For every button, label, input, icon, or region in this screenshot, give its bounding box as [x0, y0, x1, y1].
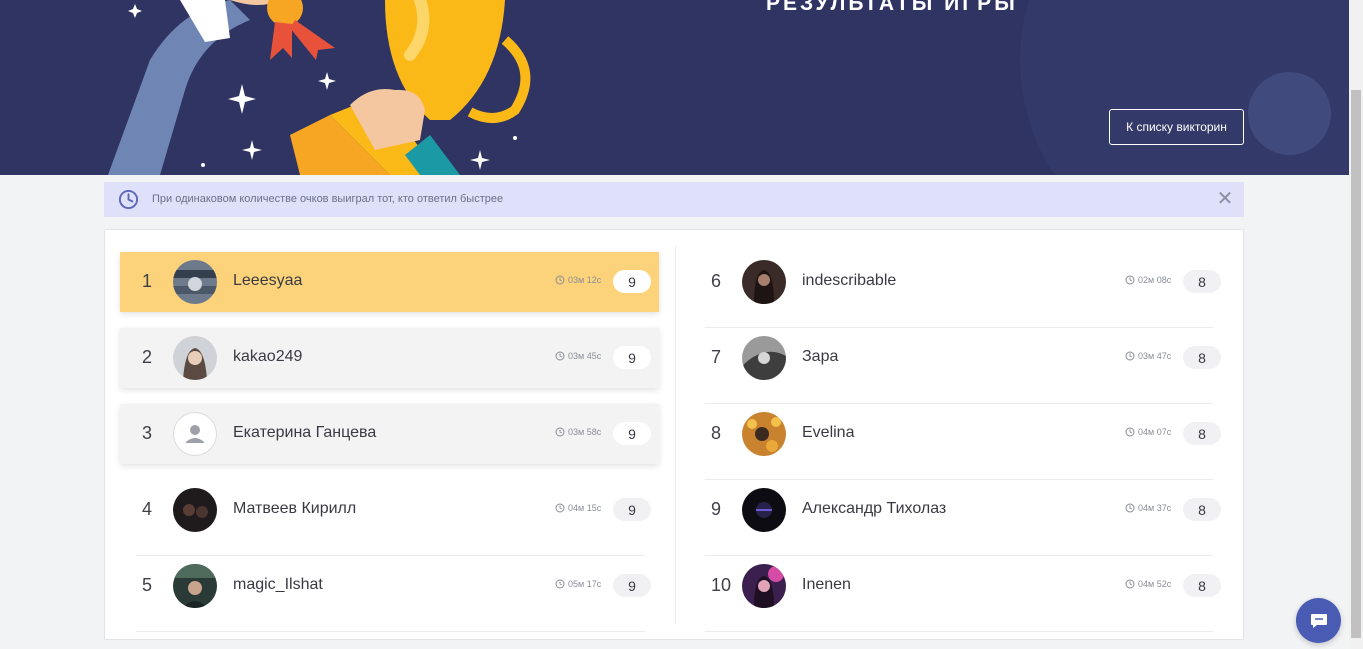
rank-number: 8 [711, 423, 722, 443]
time-value: 05м 17с [568, 579, 602, 589]
avatar[interactable] [173, 488, 217, 532]
score-badge: 8 [1183, 346, 1221, 369]
player-name: Матвеев Кирилл [233, 500, 357, 517]
player-name: Александр Тихолаз [802, 500, 947, 517]
score-badge: 8 [1183, 270, 1221, 293]
avatar[interactable] [173, 336, 217, 380]
close-icon[interactable]: ✕ [1214, 188, 1236, 210]
avatar[interactable] [742, 564, 786, 608]
result-row: 2 kakao249 03м 45с 9 [120, 328, 659, 388]
clock-icon [555, 503, 565, 513]
time-value: 03м 47с [1138, 351, 1172, 361]
results-card: 1 Leeesyaa 03м 12с 9 2 kakao249 03м 45с … [104, 229, 1244, 640]
time-value: 02м 08с [1138, 275, 1172, 285]
hero-banner: РЕЗУЛЬТАТЫ ИГРЫ К списку викторин [0, 0, 1349, 175]
clock-icon [555, 351, 565, 361]
avatar[interactable] [173, 564, 217, 608]
rank-number: 9 [711, 499, 722, 519]
answer-time: 03м 12с [555, 275, 601, 285]
player-name: magic_Ilshat [233, 576, 323, 593]
answer-time: 03м 47с [1125, 351, 1171, 361]
avatar[interactable] [742, 412, 786, 456]
answer-time: 05м 17с [555, 579, 601, 589]
time-value: 04м 52с [1138, 579, 1172, 589]
avatar[interactable] [742, 336, 786, 380]
time-value: 03м 45с [568, 351, 602, 361]
answer-time: 03м 58с [555, 427, 601, 437]
score-badge: 9 [613, 422, 651, 445]
clock-icon [555, 579, 565, 589]
trophy-illustration [108, 0, 531, 175]
result-row: 6 indescribable 02м 08с 8 [689, 252, 1227, 328]
answer-time: 04м 07с [1125, 427, 1171, 437]
time-value: 04м 07с [1138, 427, 1172, 437]
time-value: 04м 37с [1138, 503, 1172, 513]
hero-decor-circle [1248, 72, 1331, 155]
result-row: 4 Матвеев Кирилл 04м 15с 9 [120, 480, 659, 556]
tie-break-notice: При одинаковом количестве очков выиграл … [104, 182, 1244, 217]
clock-icon [1125, 579, 1135, 589]
avatar[interactable] [173, 412, 217, 456]
column-divider [675, 246, 676, 624]
answer-time: 02м 08с [1125, 275, 1171, 285]
rank-number: 1 [142, 271, 153, 291]
clock-icon [555, 427, 565, 437]
avatar[interactable] [742, 260, 786, 304]
rank-number: 5 [142, 575, 153, 595]
rank-number: 4 [142, 499, 153, 519]
scrollbar-thumb[interactable] [1351, 90, 1361, 638]
rank-number: 7 [711, 347, 722, 367]
clock-icon [555, 275, 565, 285]
rank-number: 10 [711, 575, 732, 595]
clock-icon [1125, 427, 1135, 437]
time-value: 03м 12с [568, 275, 602, 285]
avatar[interactable] [173, 260, 217, 304]
result-row: 8 Evelina 04м 07с 8 [689, 404, 1227, 480]
score-badge: 9 [613, 498, 651, 521]
answer-time: 04м 37с [1125, 503, 1171, 513]
result-row: 7 Зара 03м 47с 8 [689, 328, 1227, 404]
time-value: 03м 58с [568, 427, 602, 437]
score-badge: 9 [613, 574, 651, 597]
rank-number: 6 [711, 271, 722, 291]
result-row: 5 magic_Ilshat 05м 17с 9 [120, 556, 659, 632]
chat-icon [1310, 613, 1327, 628]
rank-number: 2 [142, 347, 153, 367]
player-name: Зара [802, 348, 839, 365]
result-row: 10 Inenen 04м 52с 8 [689, 556, 1227, 632]
page-title: РЕЗУЛЬТАТЫ ИГРЫ [766, 0, 1018, 15]
score-badge: 8 [1183, 422, 1221, 445]
answer-time: 04м 15с [555, 503, 601, 513]
clock-icon [118, 189, 139, 210]
score-badge: 9 [613, 270, 651, 293]
clock-icon [1125, 351, 1135, 361]
player-name: kakao249 [233, 348, 303, 365]
clock-icon [1125, 503, 1135, 513]
player-name: Екатерина Ганцева [233, 424, 377, 441]
avatar[interactable] [742, 488, 786, 532]
player-name: Inenen [802, 576, 851, 593]
player-name: Evelina [802, 424, 855, 441]
score-badge: 9 [613, 346, 651, 369]
answer-time: 04м 52с [1125, 579, 1171, 589]
chat-button[interactable] [1296, 598, 1341, 643]
notice-text: При одинаковом количестве очков выиграл … [152, 193, 504, 205]
clock-icon [1125, 275, 1135, 285]
player-name: Leeesyaa [233, 272, 303, 289]
back-to-quizzes-button[interactable]: К списку викторин [1109, 109, 1244, 145]
player-name: indescribable [802, 272, 897, 289]
rank-number: 3 [142, 423, 153, 443]
answer-time: 03м 45с [555, 351, 601, 361]
page-scrollbar[interactable] [1349, 0, 1363, 649]
score-badge: 8 [1183, 574, 1221, 597]
time-value: 04м 15с [568, 503, 602, 513]
score-badge: 8 [1183, 498, 1221, 521]
result-row: 9 Александр Тихолаз 04м 37с 8 [689, 480, 1227, 556]
result-row: 1 Leeesyaa 03м 12с 9 [120, 252, 659, 312]
result-row: 3 Екатерина Ганцева 03м 58с 9 [120, 404, 659, 464]
